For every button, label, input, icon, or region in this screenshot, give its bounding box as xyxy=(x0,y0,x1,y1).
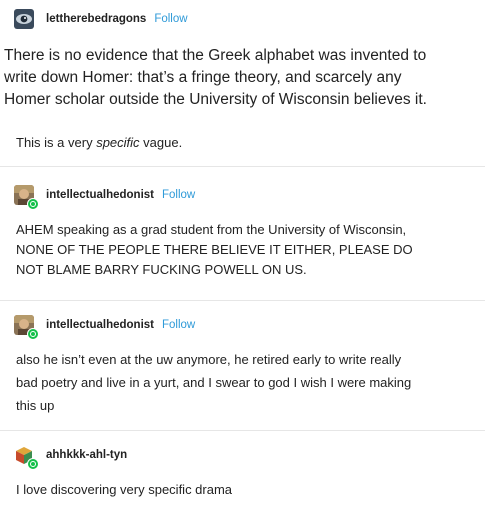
post-lettherebedragons: lettherebedragons Follow There is no evi… xyxy=(0,0,485,160)
follow-link[interactable]: Follow xyxy=(154,13,187,25)
post-body-line: AHEM speaking as a grad student from the… xyxy=(16,222,407,237)
post-body-line: NOT BLAME BARRY FUCKING POWELL ON US. xyxy=(16,262,307,277)
post-intellectualhedonist-1: intellectualhedonist Follow AHEM speakin… xyxy=(0,166,485,300)
quote-line: Homer scholar outside the University of … xyxy=(4,91,427,108)
avatar[interactable] xyxy=(14,315,39,340)
username[interactable]: ahhkkk-ahl-tyn xyxy=(46,449,127,461)
avatar[interactable] xyxy=(14,9,34,29)
reblog-badge-icon xyxy=(27,198,39,210)
post-header: intellectualhedonist Follow xyxy=(14,314,195,340)
quote-line: write down Homer: that’s a fringe theory… xyxy=(4,69,402,86)
reblog-badge-icon xyxy=(27,458,39,470)
username[interactable]: intellectualhedonist xyxy=(46,319,154,331)
username[interactable]: lettherebedragons xyxy=(46,13,146,25)
reblog-badge-icon xyxy=(27,328,39,340)
post-body-text: This is a very xyxy=(16,135,97,150)
post-body-line: this up xyxy=(16,398,55,413)
post-body-line: NONE OF THE PEOPLE THERE BELIEVE IT EITH… xyxy=(16,242,413,257)
eye-icon xyxy=(14,9,34,29)
post-body-emphasis: specific xyxy=(96,135,140,150)
avatar[interactable] xyxy=(14,445,39,470)
post-body-text: vague. xyxy=(139,135,183,150)
post-body-line: I love discovering very specific drama xyxy=(16,482,233,497)
post-body-line: bad poetry and live in a yurt, and I swe… xyxy=(16,375,412,390)
quote-line: There is no evidence that the Greek alph… xyxy=(4,47,427,64)
follow-link[interactable]: Follow xyxy=(162,319,195,331)
follow-link[interactable]: Follow xyxy=(162,189,195,201)
post-header: lettherebedragons Follow xyxy=(14,8,188,30)
post-header: ahhkkk-ahl-tyn xyxy=(14,444,135,470)
post-ahhkkk-ahl-tyn: ahhkkk-ahl-tyn I love discovering very s… xyxy=(0,430,485,512)
username[interactable]: intellectualhedonist xyxy=(46,189,154,201)
avatar[interactable] xyxy=(14,185,39,210)
post-header: intellectualhedonist Follow xyxy=(14,184,195,210)
post-intellectualhedonist-2: intellectualhedonist Follow also he isn’… xyxy=(0,300,485,430)
post-body-line: also he isn’t even at the uw anymore, he… xyxy=(16,352,402,367)
post-body: This is a very specific vague. xyxy=(16,133,471,153)
